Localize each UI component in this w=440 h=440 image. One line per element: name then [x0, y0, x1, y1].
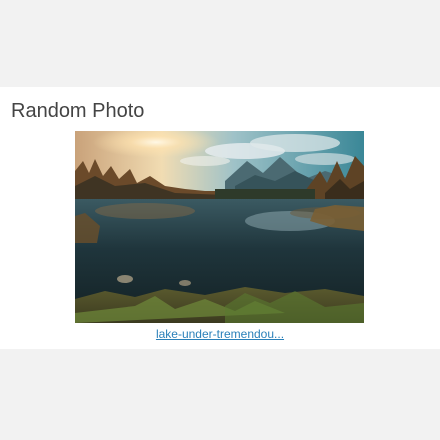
photo-title-link[interactable]: lake-under-tremendou... — [156, 327, 284, 341]
random-photo-widget: Random Photo lake-under-tremendou... — [0, 87, 440, 349]
widget-title: Random Photo — [11, 100, 145, 122]
lake-landscape-photo — [75, 131, 364, 323]
random-photo-image-link[interactable] — [75, 131, 364, 323]
photo-caption: lake-under-tremendou... — [0, 326, 440, 342]
